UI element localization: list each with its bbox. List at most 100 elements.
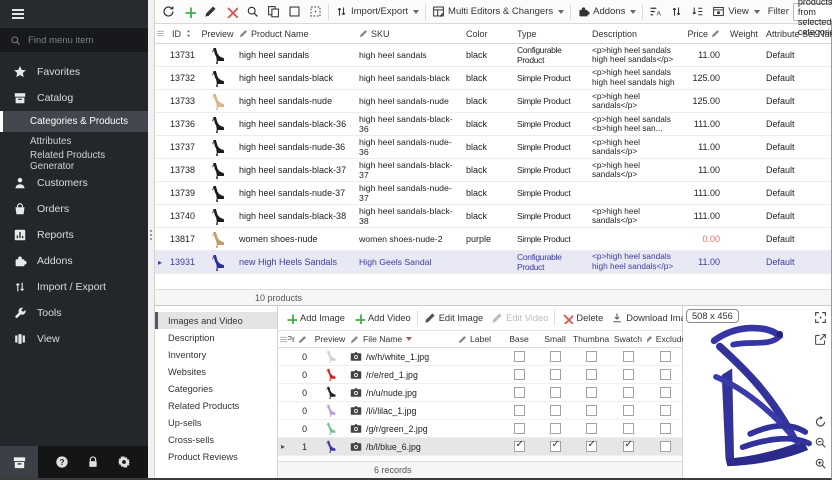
column-header-price[interactable]: Price: [680, 29, 730, 39]
lock-icon[interactable]: [86, 455, 100, 469]
sidebar-search[interactable]: Find menu item: [0, 28, 148, 52]
checkbox-base[interactable]: [514, 405, 525, 416]
sidebar-item-tools[interactable]: Tools: [0, 300, 148, 326]
column-header-label[interactable]: Label: [456, 334, 501, 344]
tab-websites[interactable]: Websites: [155, 363, 277, 380]
table-row[interactable]: ▸ 13731 high heel sandals high heel sand…: [155, 44, 831, 67]
checkbox-swatch[interactable]: [623, 405, 634, 416]
hamburger-menu-button[interactable]: [9, 5, 31, 23]
table-row[interactable]: ▸ 13817 women shoes-nude women shoes-nud…: [155, 228, 831, 251]
column-header-product-name[interactable]: Product Name: [235, 29, 355, 39]
sidebar-item-import-export[interactable]: Import / Export: [0, 274, 148, 300]
tab-product-reviews[interactable]: Product Reviews: [155, 448, 277, 465]
checkbox-exclude[interactable]: [660, 441, 671, 452]
tab-related-products[interactable]: Related Products: [155, 397, 277, 414]
import-export-menu[interactable]: Import/Export: [331, 1, 423, 23]
column-header-position[interactable]: Pr: [288, 334, 312, 344]
checkbox-small[interactable]: [550, 351, 561, 362]
zoom-out-icon[interactable]: [814, 436, 827, 449]
checkbox-exclude[interactable]: [660, 369, 671, 380]
sidebar-item-attributes[interactable]: Attributes: [0, 132, 148, 151]
checkbox-thumbnail[interactable]: [586, 423, 597, 434]
column-header-color[interactable]: Color: [460, 29, 515, 39]
media-row[interactable]: ▸ 1 /b/l/blue_6.jpg: [278, 438, 682, 456]
media-row[interactable]: ▸ 0 /n/u/nude.jpg: [278, 384, 682, 402]
app-logo-button[interactable]: [0, 446, 38, 478]
checkbox-swatch[interactable]: [623, 351, 634, 362]
sidebar-item-catalog[interactable]: Catalog: [0, 85, 148, 111]
multi-editors-menu[interactable]: Multi Editors & Changers: [428, 1, 568, 23]
checkbox-thumbnail[interactable]: [586, 405, 597, 416]
checkbox-small[interactable]: [550, 405, 561, 416]
checkbox-thumbnail[interactable]: [586, 387, 597, 398]
add-video-button[interactable]: Add Video: [349, 308, 415, 328]
table-row[interactable]: ▸ 13732 high heel sandals-black high hee…: [155, 67, 831, 90]
checkbox-thumbnail[interactable]: [586, 369, 597, 380]
column-filter-button[interactable]: [687, 1, 708, 23]
sidebar-item-categories-products[interactable]: Categories & Products: [0, 111, 148, 132]
checkbox-small[interactable]: [550, 423, 561, 434]
checkbox-swatch[interactable]: [623, 369, 634, 380]
column-header-id[interactable]: ID: [165, 29, 200, 39]
add-product-button[interactable]: [179, 1, 200, 23]
sidebar-item-reports[interactable]: Reports: [0, 222, 148, 248]
column-header-description[interactable]: Description: [590, 29, 680, 39]
table-row[interactable]: ▸ 13736 high heel sandals-black-36 high …: [155, 113, 831, 136]
search-products-button[interactable]: [242, 1, 263, 23]
column-header-exclude[interactable]: Exclude: [647, 334, 683, 344]
gear-icon[interactable]: [117, 455, 131, 469]
sidebar-item-related-products-generator[interactable]: Related Products Generator: [0, 151, 148, 170]
select-range-button[interactable]: [305, 1, 326, 23]
rotate-icon[interactable]: [814, 415, 827, 428]
media-row[interactable]: ▸ 0 /g/r/green_2.jpg: [278, 420, 682, 438]
checkbox-swatch[interactable]: [623, 441, 634, 452]
zoom-in-icon[interactable]: [814, 457, 827, 470]
media-row[interactable]: ▸ 0 /w/h/white_1.jpg: [278, 348, 682, 366]
column-header-weight[interactable]: Weight: [730, 29, 760, 39]
checkbox-exclude[interactable]: [660, 405, 671, 416]
checkbox-mode-button[interactable]: [284, 1, 305, 23]
view-menu[interactable]: View: [708, 1, 763, 23]
checkbox-small[interactable]: [550, 369, 561, 380]
table-row[interactable]: ▸ 13739 high heel sandals-nude-37 high h…: [155, 182, 831, 205]
column-header-preview[interactable]: Preview: [200, 29, 235, 39]
delete-image-button[interactable]: Delete: [557, 308, 607, 328]
checkbox-thumbnail[interactable]: [586, 441, 597, 452]
column-header-attribute-set[interactable]: Attribute Set Name: [760, 29, 831, 39]
sort-az-button[interactable]: [645, 1, 666, 23]
duplicate-button[interactable]: [263, 1, 284, 23]
checkbox-small[interactable]: [550, 387, 561, 398]
sidebar-item-favorites[interactable]: Favorites: [0, 59, 148, 85]
column-header-base[interactable]: Base: [501, 334, 537, 344]
media-row[interactable]: ▸ 0 /r/e/red_1.jpg: [278, 366, 682, 384]
checkbox-exclude[interactable]: [660, 423, 671, 434]
row-selector-header[interactable]: [278, 335, 288, 344]
column-header-type[interactable]: Type: [515, 29, 590, 39]
edit-video-button[interactable]: Edit Video: [487, 308, 552, 328]
checkbox-swatch[interactable]: [623, 423, 634, 434]
sidebar-item-customers[interactable]: Customers: [0, 170, 148, 196]
table-row[interactable]: ▸ 13931 new High Heels Sandals High Geel…: [155, 251, 831, 274]
table-row[interactable]: ▸ 13740 high heel sandals-black-38 high …: [155, 205, 831, 228]
table-row[interactable]: ▸ 13733 high heel sandals-nude high heel…: [155, 90, 831, 113]
column-header-sku[interactable]: SKU: [355, 29, 460, 39]
column-header-file-name[interactable]: File Name: [348, 334, 456, 344]
tab-images-and-video[interactable]: Images and Video: [155, 312, 277, 329]
checkbox-swatch[interactable]: [623, 387, 634, 398]
checkbox-base[interactable]: [514, 423, 525, 434]
checkbox-base[interactable]: [514, 369, 525, 380]
help-icon[interactable]: [55, 455, 69, 469]
column-header-swatch[interactable]: Swatch: [609, 334, 647, 344]
column-header-thumbnail[interactable]: Thumbna: [573, 334, 609, 344]
tab-inventory[interactable]: Inventory: [155, 346, 277, 363]
category-filter-select[interactable]: Show products from selected categories: [793, 3, 832, 21]
refresh-button[interactable]: [158, 1, 179, 23]
table-row[interactable]: ▸ 13738 high heel sandals-black-37 high …: [155, 159, 831, 182]
checkbox-exclude[interactable]: [660, 351, 671, 362]
tab-categories[interactable]: Categories: [155, 380, 277, 397]
add-image-button[interactable]: Add Image: [281, 308, 349, 328]
media-row[interactable]: ▸ 0 /l/i/lilac_1.jpg: [278, 402, 682, 420]
tab-cross-sells[interactable]: Cross-sells: [155, 431, 277, 448]
table-row[interactable]: ▸ 13737 high heel sandals-nude-36 high h…: [155, 136, 831, 159]
checkbox-thumbnail[interactable]: [586, 351, 597, 362]
